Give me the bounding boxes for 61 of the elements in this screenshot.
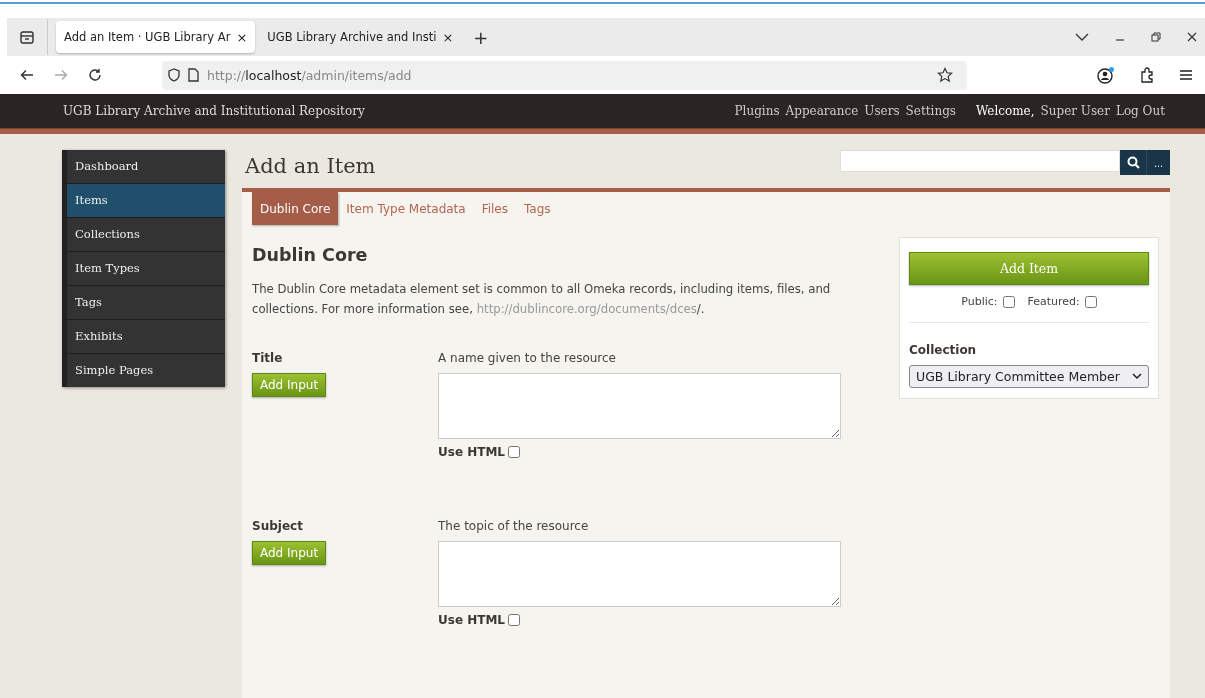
use-html-checkbox[interactable] [508, 614, 521, 626]
checkbox-label: Featured: [1027, 295, 1080, 308]
tab-overview-icon[interactable] [19, 29, 35, 45]
page-title: Add an Item [245, 154, 376, 178]
nav-link[interactable]: Plugins [734, 104, 780, 118]
section-description: The Dublin Core metadata element set is common to all Omeka records, including items, files, and collections. For more information see, http://dublincore.org/documents/dces/. [252, 281, 832, 318]
nav-link[interactable]: Users [864, 104, 900, 118]
section-tab[interactable]: Files [473, 192, 516, 225]
section-tab[interactable]: Item Type Metadata [338, 192, 474, 225]
page-icon [188, 68, 199, 82]
tab-title: Add an Item · UGB Library Ar [64, 30, 231, 44]
checkbox-label: Public: [961, 295, 998, 308]
sidebar-item[interactable]: Items [67, 184, 225, 218]
chevron-down-icon [1132, 373, 1142, 380]
sidebar-item[interactable]: Tags [67, 286, 225, 320]
restore-icon[interactable] [1151, 32, 1161, 42]
search-icon [1126, 156, 1140, 169]
advanced-search-button[interactable]: ... [1146, 150, 1170, 175]
logout-link[interactable]: Log Out [1115, 104, 1165, 118]
account-icon[interactable] [1097, 66, 1115, 84]
section-tab[interactable]: Dublin Core [252, 192, 339, 225]
back-arrow-icon[interactable] [20, 69, 34, 81]
close-icon[interactable]: × [442, 29, 454, 45]
close-icon[interactable]: × [236, 29, 248, 45]
featured-checkbox[interactable] [1084, 295, 1097, 308]
new-tab-button[interactable]: + [465, 26, 497, 48]
field-label: Title [252, 351, 284, 365]
browser-tab[interactable]: Add an Item · UGB Library Ar × [56, 21, 256, 53]
sidebar-item[interactable]: Collections [67, 218, 225, 252]
field-label: Subject [252, 519, 304, 533]
address-bar[interactable]: http://localhost/admin/items/add [162, 60, 967, 90]
section-heading: Dublin Core [252, 245, 369, 265]
sidebar-item[interactable]: Exhibits [67, 320, 225, 354]
field-description: The topic of the resource [438, 519, 590, 533]
puzzle-piece-icon[interactable] [1139, 67, 1155, 83]
checkbox-label: Use HTML [438, 445, 506, 459]
star-icon[interactable] [937, 67, 953, 83]
field-description: A name given to the resource [438, 351, 617, 365]
nav-link[interactable]: Appearance [785, 104, 859, 118]
collection-dropdown[interactable]: UGB Library Committee Member [909, 365, 1149, 388]
tab-title: UGB Library Archive and Insti [267, 30, 437, 44]
public-checkbox[interactable] [1002, 295, 1015, 308]
collection-label: Collection [909, 343, 978, 357]
chevron-down-icon[interactable] [1075, 32, 1089, 42]
user-link[interactable]: Super User [1040, 104, 1110, 118]
section-tab[interactable]: Tags [516, 192, 559, 225]
search-button[interactable] [1120, 150, 1146, 175]
welcome-text: Welcome, [975, 104, 1035, 118]
checkbox-label: Use HTML [438, 613, 506, 627]
reload-icon[interactable] [88, 68, 102, 82]
menu-icon[interactable] [1179, 69, 1193, 81]
use-html-checkbox[interactable] [508, 446, 521, 458]
sidebar-item[interactable]: Simple Pages [67, 354, 225, 387]
site-title-link[interactable]: UGB Library Archive and Institutional Repository [63, 104, 365, 118]
url-text: http://localhost/admin/items/add [207, 67, 412, 83]
close-icon[interactable] [1187, 32, 1197, 42]
nav-link[interactable]: Settings [905, 104, 956, 118]
shield-icon[interactable] [168, 68, 180, 82]
sidebar-item[interactable]: Item Types [67, 252, 225, 286]
browser-tab[interactable]: UGB Library Archive and Insti × [259, 21, 462, 53]
search-field[interactable] [840, 150, 1120, 172]
